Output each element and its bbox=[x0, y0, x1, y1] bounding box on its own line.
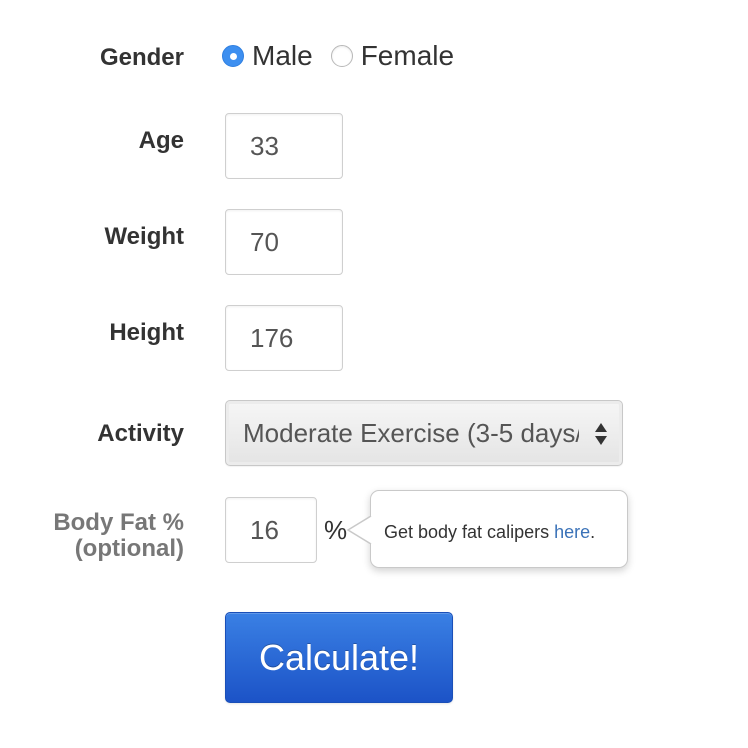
percent-unit: % bbox=[324, 515, 348, 545]
popover-text: Get body fat calipers here. bbox=[384, 521, 595, 543]
body-fat-input[interactable] bbox=[225, 497, 317, 563]
select-arrows-icon bbox=[595, 423, 607, 445]
activity-select[interactable]: Moderate Exercise (3-5 days/wk) bbox=[225, 400, 623, 466]
age-input[interactable] bbox=[225, 113, 343, 179]
gender-male-label[interactable]: Male bbox=[252, 40, 313, 72]
body-fat-label: Body Fat % (optional) bbox=[53, 510, 184, 562]
gender-radio-group: Male Female bbox=[222, 38, 472, 74]
gender-label: Gender bbox=[99, 44, 184, 71]
activity-selected-value: Moderate Exercise (3-5 days/wk) bbox=[243, 418, 579, 448]
gender-female-radio[interactable] bbox=[330, 45, 353, 67]
body-fat-label-line2: (optional) bbox=[74, 535, 184, 562]
body-fat-label-line1: Body Fat % bbox=[53, 509, 184, 536]
calipers-link[interactable]: here bbox=[554, 522, 590, 542]
age-label: Age bbox=[138, 127, 184, 154]
weight-label: Weight bbox=[104, 223, 184, 250]
gender-female-label[interactable]: Female bbox=[361, 40, 454, 72]
height-label: Height bbox=[109, 319, 184, 346]
activity-label: Activity bbox=[97, 420, 184, 447]
gender-male-radio[interactable] bbox=[222, 45, 244, 67]
popover-arrow-icon bbox=[346, 516, 372, 544]
calculate-button[interactable]: Calculate! bbox=[225, 612, 453, 703]
height-input[interactable] bbox=[225, 305, 343, 371]
popover-message: Get body fat calipers bbox=[384, 522, 555, 542]
weight-input[interactable] bbox=[225, 209, 343, 275]
calipers-popover: Get body fat calipers here. bbox=[370, 490, 628, 568]
popover-suffix: . bbox=[590, 522, 596, 542]
